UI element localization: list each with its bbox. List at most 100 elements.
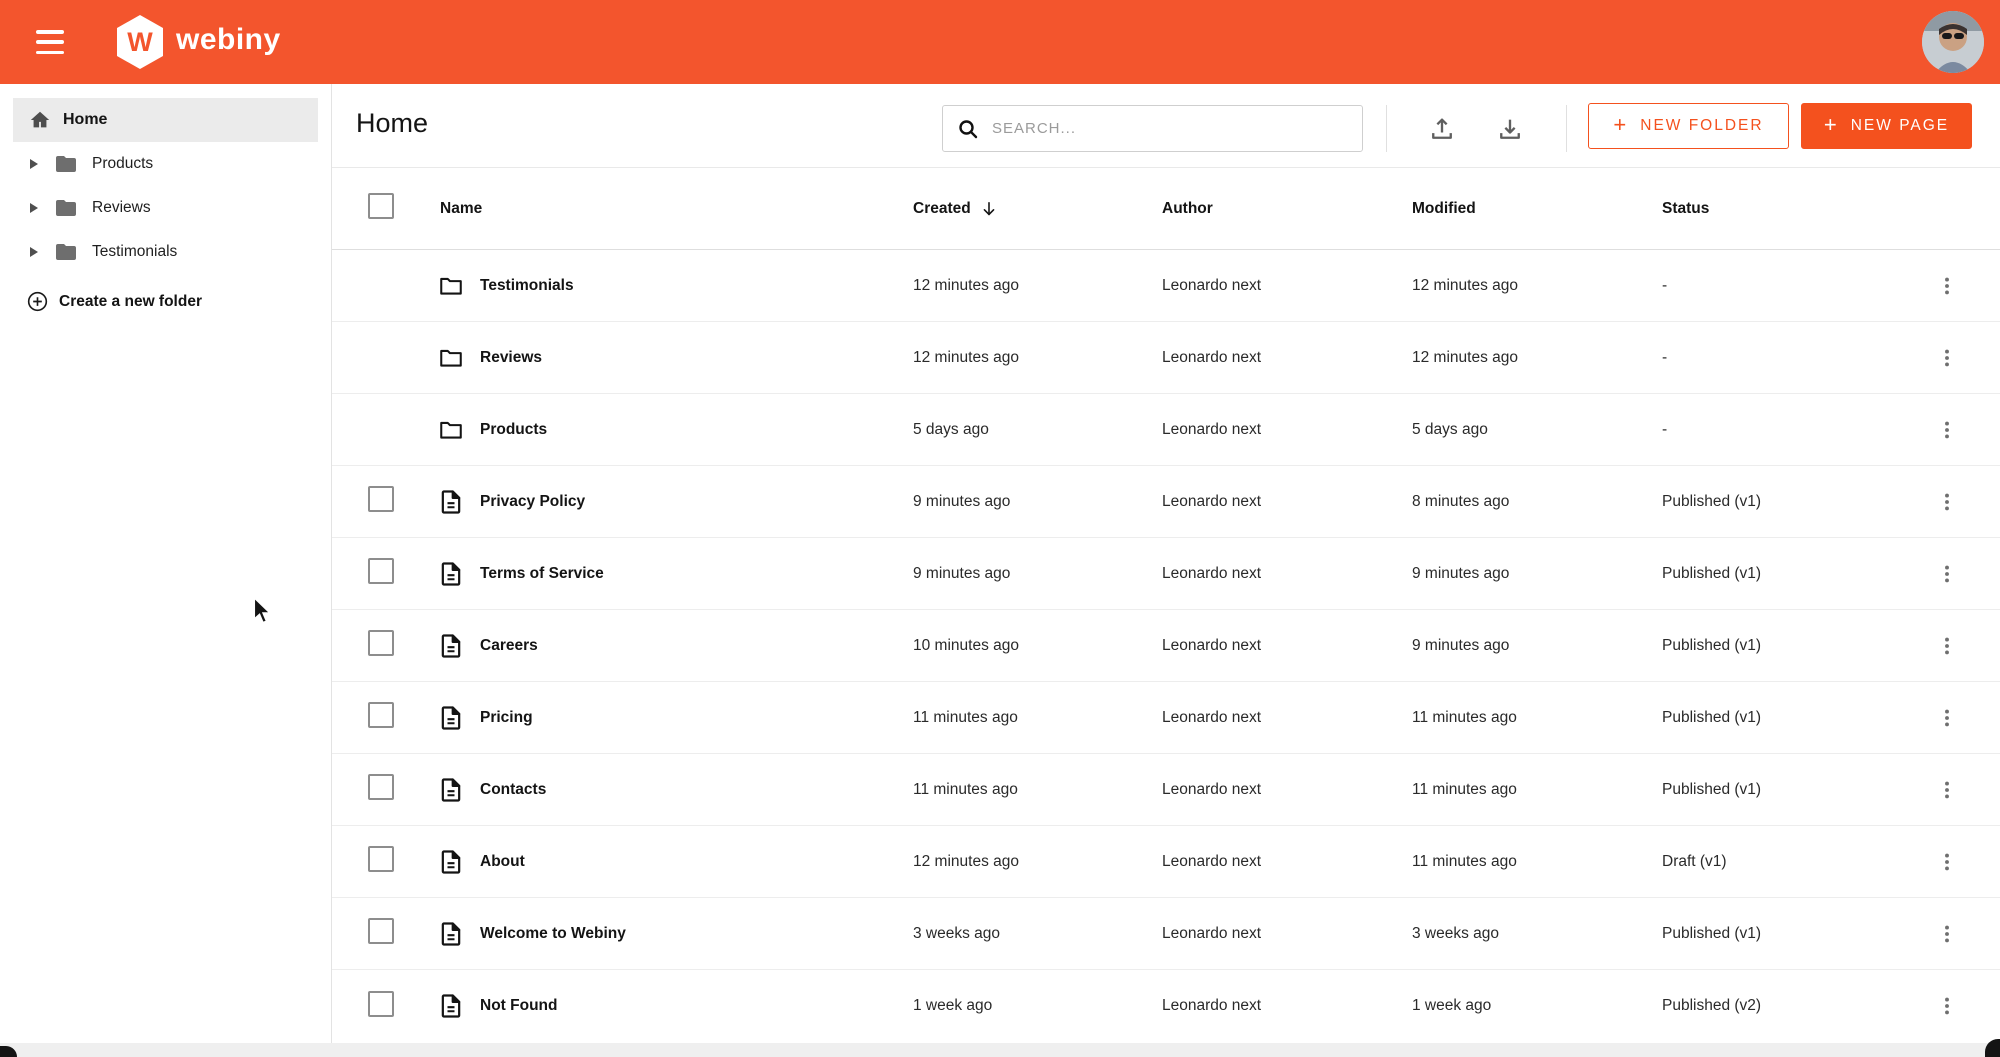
kebab-menu-icon[interactable] — [1932, 775, 1962, 805]
kebab-menu-icon[interactable] — [1932, 343, 1962, 373]
table-row-page[interactable]: Pricing 11 minutes ago Leonardo next 11 … — [332, 682, 2000, 754]
sidebar-item-home[interactable]: Home — [13, 98, 318, 142]
export-pages-button[interactable] — [1493, 112, 1527, 146]
row-name: Terms of Service — [480, 565, 604, 583]
row-modified: 12 minutes ago — [1412, 277, 1662, 295]
row-modified: 8 minutes ago — [1412, 493, 1662, 511]
kebab-menu-icon[interactable] — [1932, 559, 1962, 589]
user-avatar[interactable] — [1922, 11, 1984, 73]
row-modified: 9 minutes ago — [1412, 637, 1662, 655]
plus-icon: + — [1824, 112, 1839, 138]
table-header: Name Created Author Modified Status — [332, 168, 2000, 250]
row-status: Published (v1) — [1662, 781, 1920, 799]
row-status: Draft (v1) — [1662, 853, 1920, 871]
table-row-page[interactable]: Contacts 11 minutes ago Leonardo next 11… — [332, 754, 2000, 826]
row-checkbox[interactable] — [368, 486, 394, 512]
row-modified: 5 days ago — [1412, 421, 1662, 439]
new-page-button[interactable]: + NEW PAGE — [1801, 103, 1972, 149]
row-modified: 9 minutes ago — [1412, 565, 1662, 583]
row-name: Testimonials — [480, 277, 574, 295]
kebab-menu-icon[interactable] — [1932, 271, 1962, 301]
table-row-folder[interactable]: Products 5 days ago Leonardo next 5 days… — [332, 394, 2000, 466]
upload-icon — [1428, 115, 1456, 143]
table-row-page[interactable]: Not Found 1 week ago Leonardo next 1 wee… — [332, 970, 2000, 1042]
row-status: - — [1662, 277, 1920, 295]
document-icon — [436, 847, 466, 877]
table-row-page[interactable]: About 12 minutes ago Leonardo next 11 mi… — [332, 826, 2000, 898]
main-content: Home + NEW FOLDER + NEW PAGE — [332, 84, 2000, 1043]
row-status: Published (v1) — [1662, 493, 1920, 511]
row-status: Published (v1) — [1662, 709, 1920, 727]
row-status: - — [1662, 349, 1920, 367]
toolbar-divider — [1566, 105, 1567, 152]
table-row-page[interactable]: Privacy Policy 9 minutes ago Leonardo ne… — [332, 466, 2000, 538]
folder-filled-icon — [52, 240, 80, 264]
row-checkbox[interactable] — [368, 774, 394, 800]
row-author: Leonardo next — [1162, 925, 1412, 943]
chevron-right-icon[interactable] — [30, 203, 38, 213]
row-modified: 1 week ago — [1412, 997, 1662, 1015]
row-author: Leonardo next — [1162, 637, 1412, 655]
kebab-menu-icon[interactable] — [1932, 919, 1962, 949]
kebab-menu-icon[interactable] — [1932, 703, 1962, 733]
row-author: Leonardo next — [1162, 781, 1412, 799]
chevron-right-icon[interactable] — [30, 159, 38, 169]
column-header-name[interactable]: Name — [436, 200, 913, 218]
column-header-status[interactable]: Status — [1662, 200, 1920, 218]
create-folder-label: Create a new folder — [59, 293, 202, 311]
table-row-page[interactable]: Terms of Service 9 minutes ago Leonardo … — [332, 538, 2000, 610]
webiny-page-manager: W webiny Home Pr — [0, 0, 2000, 1057]
row-modified: 12 minutes ago — [1412, 349, 1662, 367]
table-row-page[interactable]: Careers 10 minutes ago Leonardo next 9 m… — [332, 610, 2000, 682]
row-name: Careers — [480, 637, 538, 655]
webiny-logo: W webiny — [114, 14, 281, 70]
row-author: Leonardo next — [1162, 565, 1412, 583]
brand-wordmark: webiny — [176, 23, 281, 57]
search-input[interactable] — [992, 120, 1362, 137]
column-header-modified[interactable]: Modified — [1412, 200, 1662, 218]
row-checkbox[interactable] — [368, 846, 394, 872]
row-checkbox[interactable] — [368, 918, 394, 944]
select-all-checkbox[interactable] — [368, 193, 394, 219]
import-pages-button[interactable] — [1425, 112, 1459, 146]
table-row-page[interactable]: Welcome to Webiny 3 weeks ago Leonardo n… — [332, 898, 2000, 970]
kebab-menu-icon[interactable] — [1932, 487, 1962, 517]
row-modified: 11 minutes ago — [1412, 853, 1662, 871]
kebab-menu-icon[interactable] — [1932, 415, 1962, 445]
row-checkbox[interactable] — [368, 702, 394, 728]
sidebar-folder-label: Testimonials — [92, 243, 177, 261]
sidebar-folder-products[interactable]: Products — [0, 142, 331, 186]
sidebar-home-label: Home — [63, 111, 107, 129]
kebab-menu-icon[interactable] — [1932, 847, 1962, 877]
table-row-folder[interactable]: Reviews 12 minutes ago Leonardo next 12 … — [332, 322, 2000, 394]
sidebar-folder-reviews[interactable]: Reviews — [0, 186, 331, 230]
row-created: 1 week ago — [913, 997, 1162, 1015]
create-new-folder-button[interactable]: Create a new folder — [0, 290, 331, 313]
kebab-menu-icon[interactable] — [1932, 991, 1962, 1021]
column-header-author[interactable]: Author — [1162, 200, 1412, 218]
row-created: 12 minutes ago — [913, 277, 1162, 295]
table-row-folder[interactable]: Testimonials 12 minutes ago Leonardo nex… — [332, 250, 2000, 322]
search-box[interactable] — [942, 105, 1363, 152]
sidebar-folder-testimonials[interactable]: Testimonials — [0, 230, 331, 274]
toolbar-divider — [1386, 105, 1387, 152]
row-created: 5 days ago — [913, 421, 1162, 439]
page-title: Home — [356, 108, 428, 139]
hamburger-menu-icon[interactable] — [36, 30, 64, 54]
row-checkbox[interactable] — [368, 991, 394, 1017]
kebab-menu-icon[interactable] — [1932, 631, 1962, 661]
sidebar-folder-label: Reviews — [92, 199, 151, 217]
row-checkbox[interactable] — [368, 630, 394, 656]
row-name: Pricing — [480, 709, 533, 727]
row-name: Products — [480, 421, 547, 439]
toolbar: Home + NEW FOLDER + NEW PAGE — [332, 84, 2000, 168]
chevron-right-icon[interactable] — [30, 247, 38, 257]
home-icon — [29, 109, 51, 131]
plus-circle-icon — [26, 290, 49, 313]
column-header-created[interactable]: Created — [913, 199, 1162, 219]
document-icon — [436, 631, 466, 661]
row-author: Leonardo next — [1162, 709, 1412, 727]
row-checkbox[interactable] — [368, 558, 394, 584]
new-folder-button[interactable]: + NEW FOLDER — [1588, 103, 1789, 149]
row-created: 9 minutes ago — [913, 493, 1162, 511]
